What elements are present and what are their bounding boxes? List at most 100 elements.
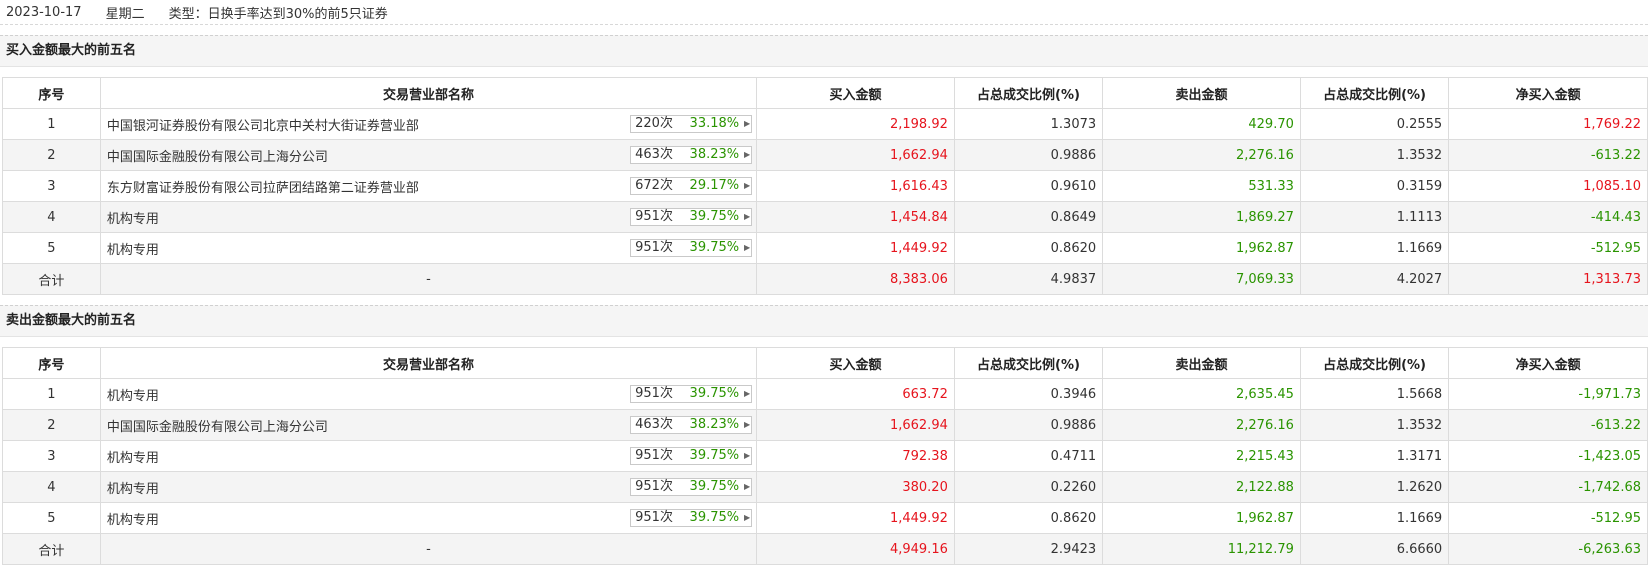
branch-stats-badge[interactable]: 951次 39.75% ▶ [630, 478, 753, 496]
branch-stats-badge[interactable]: 672次 29.17% ▶ [630, 177, 753, 195]
table-row: 5 机构专用 951次 39.75% ▶ 1,449.92 0.8620 1,962.87 1.… [2, 232, 1648, 264]
row-index: 2 [2, 139, 101, 171]
total-sell-ratio: 4.2027 [1299, 263, 1450, 295]
buy-table: 序号 交易营业部名称 买入金额 占总成交比例(%) 卖出金额 占总成交比例(%) 净买入金额… [2, 77, 1648, 295]
branch-stats-badge[interactable]: 463次 38.23% ▶ [630, 416, 753, 434]
branch-name-cell: 机构专用 951次 39.75% ▶ [99, 201, 758, 233]
net-buy-amount: -512.95 [1448, 232, 1648, 264]
branch-name-link[interactable]: 机构专用 [107, 478, 159, 497]
win-rate: 38.23% [689, 147, 740, 162]
branch-stats-badge[interactable]: 951次 39.75% ▶ [630, 385, 753, 403]
win-rate: 39.75% [689, 240, 740, 255]
caret-right-icon: ▶ [744, 212, 751, 221]
sell-amount: 2,276.16 [1102, 139, 1301, 171]
total-buy-ratio: 2.9423 [953, 533, 1104, 565]
row-index: 4 [2, 201, 101, 233]
branch-name-link[interactable]: 机构专用 [107, 447, 159, 466]
table-row: 4 机构专用 951次 39.75% ▶ 380.20 0.2260 2,122.88 1.26… [2, 471, 1648, 503]
table-row: 1 中国银河证券股份有限公司北京中关村大街证券营业部 220次 33.18% ▶ 2,19… [2, 108, 1648, 140]
listing-count: 951次 [635, 448, 673, 463]
table-row: 5 机构专用 951次 39.75% ▶ 1,449.92 0.8620 1,962.87 1.… [2, 502, 1648, 534]
table-row: 3 机构专用 951次 39.75% ▶ 792.38 0.4711 2,215.43 1.31… [2, 440, 1648, 472]
net-buy-amount: 1,085.10 [1448, 170, 1648, 202]
total-sell-amount: 11,212.79 [1102, 533, 1301, 565]
buy-amount: 1,454.84 [756, 201, 955, 233]
buy-amount: 1,616.43 [756, 170, 955, 202]
buy-amount: 792.38 [756, 440, 955, 472]
sell-amount: 1,962.87 [1102, 502, 1301, 534]
table-row: 2 中国国际金融股份有限公司上海分公司 463次 38.23% ▶ 1,662.94 0.9… [2, 409, 1648, 441]
caret-right-icon: ▶ [744, 389, 751, 398]
row-index: 4 [2, 471, 101, 503]
branch-name-link[interactable]: 东方财富证券股份有限公司拉萨团结路第二证券营业部 [107, 177, 419, 196]
branch-name-cell: 中国国际金融股份有限公司上海分公司 463次 38.23% ▶ [99, 409, 758, 441]
sell-ratio: 1.2620 [1299, 471, 1450, 503]
sell-ratio: 1.3532 [1299, 409, 1450, 441]
branch-name-link[interactable]: 机构专用 [107, 208, 159, 227]
total-buy-amount: 4,949.16 [756, 533, 955, 565]
sell-ratio: 1.1669 [1299, 232, 1450, 264]
net-buy-amount: -1,423.05 [1448, 440, 1648, 472]
row-index: 2 [2, 409, 101, 441]
branch-stats-badge[interactable]: 951次 39.75% ▶ [630, 239, 753, 257]
branch-name-link[interactable]: 机构专用 [107, 385, 159, 404]
buy-amount: 2,198.92 [756, 108, 955, 140]
branch-stats-badge[interactable]: 220次 33.18% ▶ [630, 115, 753, 133]
listing-count: 951次 [635, 510, 673, 525]
sell-section-title: 卖出金额最大的前五名 [0, 305, 1648, 337]
sell-ratio: 1.1113 [1299, 201, 1450, 233]
branch-name-link[interactable]: 中国国际金融股份有限公司上海分公司 [107, 416, 328, 435]
sell-ratio: 1.3171 [1299, 440, 1450, 472]
branch-stats-badge[interactable]: 951次 39.75% ▶ [630, 208, 753, 226]
buy-ratio: 0.8620 [953, 502, 1104, 534]
branch-name-cell: 中国银河证券股份有限公司北京中关村大街证券营业部 220次 33.18% ▶ [99, 108, 758, 140]
col-header-sell-ratio: 占总成交比例(%) [1299, 77, 1450, 109]
caret-right-icon: ▶ [744, 119, 751, 128]
col-header-net-buy: 净买入金额 [1448, 347, 1648, 379]
buy-table-body: 1 中国银河证券股份有限公司北京中关村大街证券营业部 220次 33.18% ▶ 2,19… [2, 108, 1648, 295]
branch-name-cell: 机构专用 951次 39.75% ▶ [99, 502, 758, 534]
row-index: 1 [2, 378, 101, 410]
win-rate: 39.75% [689, 386, 740, 401]
listing-count: 951次 [635, 479, 673, 494]
caret-right-icon: ▶ [744, 420, 751, 429]
col-header-net-buy: 净买入金额 [1448, 77, 1648, 109]
buy-ratio: 0.4711 [953, 440, 1104, 472]
net-buy-amount: -613.22 [1448, 139, 1648, 171]
buy-amount: 663.72 [756, 378, 955, 410]
branch-name-link[interactable]: 机构专用 [107, 509, 159, 528]
total-sell-ratio: 6.6660 [1299, 533, 1450, 565]
col-header-buy-amount: 买入金额 [756, 347, 955, 379]
date-label: 2023-10-17 [6, 4, 82, 20]
branch-stats-badge[interactable]: 463次 38.23% ▶ [630, 146, 753, 164]
table-row: 1 机构专用 951次 39.75% ▶ 663.72 0.3946 2,635.45 1.56… [2, 378, 1648, 410]
branch-name-cell: 机构专用 951次 39.75% ▶ [99, 440, 758, 472]
sell-amount: 2,276.16 [1102, 409, 1301, 441]
sell-ratio: 1.5668 [1299, 378, 1450, 410]
branch-stats-badge[interactable]: 951次 39.75% ▶ [630, 509, 753, 527]
win-rate: 29.17% [689, 178, 740, 193]
total-buy-amount: 8,383.06 [756, 263, 955, 295]
col-header-index: 序号 [2, 347, 101, 379]
branch-name-link[interactable]: 机构专用 [107, 239, 159, 258]
weekday-label: 星期二 [105, 6, 145, 22]
buy-section-title: 买入金额最大的前五名 [0, 35, 1648, 67]
caret-right-icon: ▶ [744, 181, 751, 190]
total-label: 合计 [2, 533, 101, 565]
branch-name-cell: 中国国际金融股份有限公司上海分公司 463次 38.23% ▶ [99, 139, 758, 171]
row-index: 3 [2, 440, 101, 472]
sell-table-header: 序号 交易营业部名称 买入金额 占总成交比例(%) 卖出金额 占总成交比例(%) 净买入金额 [2, 347, 1648, 379]
total-net-buy: -6,263.63 [1448, 533, 1648, 565]
buy-ratio: 0.2260 [953, 471, 1104, 503]
sell-ratio: 1.1669 [1299, 502, 1450, 534]
branch-name-link[interactable]: 中国国际金融股份有限公司上海分公司 [107, 146, 328, 165]
col-header-index: 序号 [2, 77, 101, 109]
table-row: 3 东方财富证券股份有限公司拉萨团结路第二证券营业部 672次 29.17% ▶ 1,61… [2, 170, 1648, 202]
branch-stats-badge[interactable]: 951次 39.75% ▶ [630, 447, 753, 465]
listing-count: 463次 [635, 417, 673, 432]
buy-ratio: 0.9886 [953, 139, 1104, 171]
sell-amount: 2,635.45 [1102, 378, 1301, 410]
listing-count: 463次 [635, 147, 673, 162]
win-rate: 33.18% [689, 116, 740, 131]
branch-name-link[interactable]: 中国银河证券股份有限公司北京中关村大街证券营业部 [107, 115, 419, 134]
